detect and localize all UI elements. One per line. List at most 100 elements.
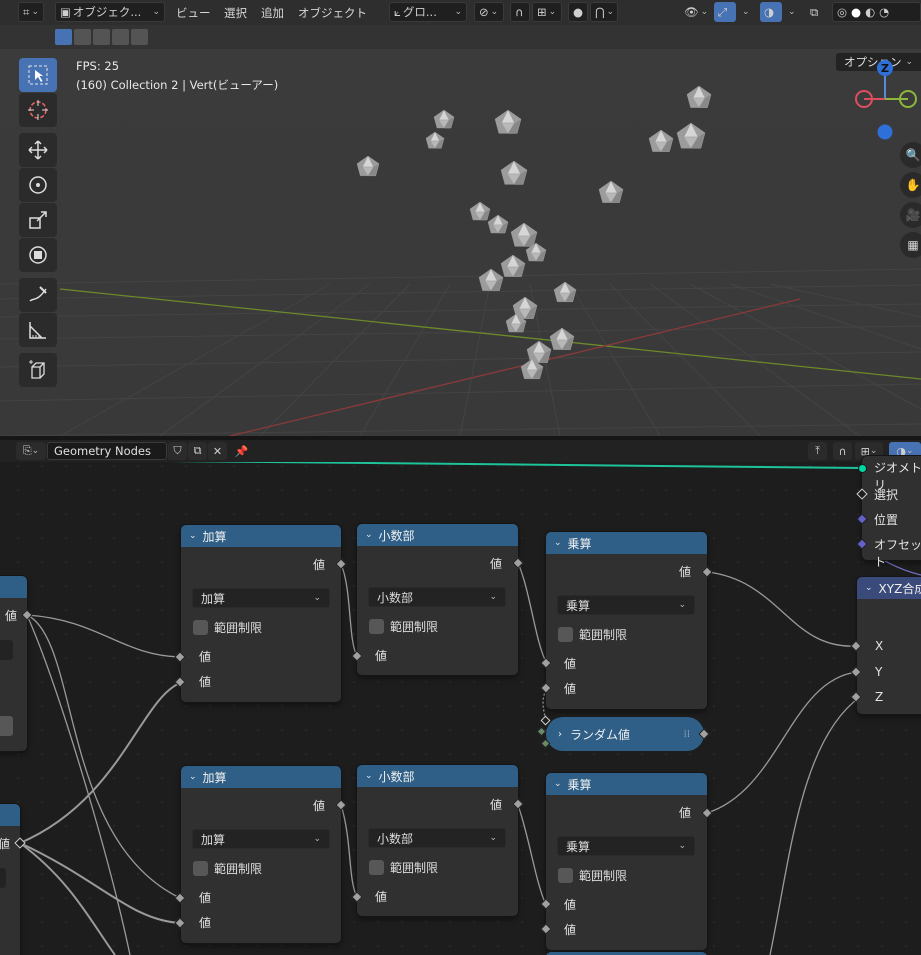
add-node-bottom[interactable]: ⌄ 加算 値 加算 ⌄ 範囲制限 値 値 (181, 766, 341, 943)
3d-viewport[interactable]: ⌗ ⌄ ▣ オブジェク... ⌄ ビュー 選択 追加 オブジェクト ⟀ グロ...… (0, 0, 921, 436)
wireframe-shading-icon[interactable]: ◎ (837, 5, 847, 19)
fraction-node-bottom[interactable]: ⌄ 小数部 値 小数部 ⌄ 範囲制限 値 (357, 765, 518, 916)
checkbox-box[interactable] (369, 860, 384, 875)
combine-xyz-header[interactable]: ⌄ XYZ合成 (857, 577, 921, 599)
measure-tool[interactable] (19, 313, 57, 347)
add-bottom-clamp-checkbox[interactable]: 範囲制限 (193, 860, 262, 877)
add-cube-tool[interactable] (19, 353, 57, 387)
overlays-dropdown[interactable]: ⌄ (784, 2, 800, 22)
viewport-scene[interactable] (0, 49, 921, 436)
cursor-tool[interactable] (19, 93, 57, 127)
select-extend-icon[interactable] (74, 29, 91, 45)
falloff-button[interactable]: ⋂ ⌄ (590, 2, 618, 22)
proportional-edit-toggle[interactable]: ● (568, 2, 588, 22)
select-intersect-icon[interactable] (131, 29, 148, 45)
annotate-tool[interactable] (19, 278, 57, 312)
menu-view[interactable]: ビュー (176, 5, 211, 21)
transform-tool[interactable] (19, 238, 57, 272)
snap-toggle[interactable]: ∩ (510, 2, 530, 22)
group-input-node[interactable]: ジオメトリ 選択 位置 オフセット (862, 456, 921, 569)
add-node-top-header[interactable]: ⌄ 加算 (181, 525, 341, 547)
multiply-top-operation-dropdown[interactable]: 乗算 ⌄ (557, 595, 695, 615)
fraction-bottom-operation-dropdown[interactable]: 小数部 ⌄ (368, 828, 506, 848)
camera-icon[interactable]: 🎥 (900, 202, 921, 228)
geometry-link (169, 460, 863, 469)
overlays-toggle[interactable]: ◑ (760, 2, 782, 22)
menu-select[interactable]: 選択 (224, 5, 247, 21)
xray-toggle[interactable]: ⧉ (806, 2, 822, 22)
fake-user-shield-icon[interactable]: ⛉ (168, 442, 187, 460)
perspective-grid-icon[interactable]: ▦ (900, 232, 921, 258)
multiply-node-bottom[interactable]: ⌄ 乗算 値 乗算 ⌄ 範囲制限 値 値 (546, 773, 707, 950)
pin-icon[interactable]: 📌 (232, 442, 251, 460)
left-partial-node-top[interactable]: 値 (0, 576, 27, 751)
checkbox-box[interactable] (193, 620, 208, 635)
add-top-operation-dropdown[interactable]: 加算 ⌄ (192, 588, 330, 608)
fraction-node-bottom-header[interactable]: ⌄ 小数部 (357, 765, 518, 787)
checkbox-box[interactable] (558, 868, 573, 883)
multiply-bottom-input1-label: 値 (564, 898, 577, 912)
fraction-top-operation-dropdown[interactable]: 小数部 ⌄ (368, 587, 506, 607)
gizmo-toggle[interactable]: ⤢ (714, 2, 736, 22)
fraction-node-top[interactable]: ⌄ 小数部 値 小数部 ⌄ 範囲制限 値 (357, 524, 518, 675)
duplicate-icon[interactable]: ⧉ (188, 442, 207, 460)
add-node-top[interactable]: ⌄ 加算 値 加算 ⌄ 範囲制限 値 値 (181, 525, 341, 702)
left-top-dropdown[interactable] (0, 640, 13, 660)
add-bottom-operation-dropdown[interactable]: 加算 ⌄ (192, 829, 330, 849)
select-subtract-icon[interactable] (93, 29, 110, 45)
select-box-tool[interactable] (19, 58, 57, 92)
fraction-top-clamp-checkbox[interactable]: 範囲制限 (369, 618, 438, 635)
snap-toggle-icon[interactable]: ∩ (833, 442, 852, 460)
editor-type-button[interactable]: ⌗ ⌄ (18, 2, 45, 22)
shading-buttons[interactable]: ◎ ● ◐ ◔ (832, 2, 921, 22)
fraction-node-top-header[interactable]: ⌄ 小数部 (357, 524, 518, 546)
select-invert-icon[interactable] (112, 29, 129, 45)
checkbox-box[interactable] (193, 861, 208, 876)
add-top-clamp-checkbox[interactable]: 範囲制限 (193, 619, 262, 636)
material-shading-icon[interactable]: ◐ (865, 5, 875, 19)
scale-tool[interactable] (19, 203, 57, 237)
hand-pan-icon[interactable]: ✋ (900, 172, 921, 198)
multiply-bottom-clamp-checkbox[interactable]: 範囲制限 (558, 867, 627, 884)
multiply-top-clamp-checkbox[interactable]: 範囲制限 (558, 626, 627, 643)
gizmo-dropdown[interactable]: ⌄ (738, 2, 754, 22)
checkbox-box[interactable] (558, 627, 573, 642)
geometry-node-editor[interactable]: ⎘ ⌄ Geometry Nodes ⛉ ⧉ ✕ 📌 ⤒ ∩ ⊞ ⌄ ◑ ⌄ ジオメト… (0, 440, 921, 955)
rendered-shading-icon[interactable]: ◔ (879, 5, 889, 19)
snap-target-button[interactable]: ⊞ ⌄ (532, 2, 562, 22)
select-new-icon[interactable] (55, 29, 72, 45)
visibility-button[interactable]: 👁 ⌄ (680, 2, 712, 22)
orientation-label: グロ... (402, 5, 437, 19)
menu-add[interactable]: 追加 (261, 5, 284, 21)
mode-dropdown[interactable]: ▣ オブジェク... ⌄ (55, 2, 165, 22)
zoom-icon[interactable]: 🔍 (900, 142, 921, 168)
add-node-bottom-header[interactable]: ⌄ 加算 (181, 766, 341, 788)
navigation-gizmo[interactable]: Z (850, 55, 921, 145)
close-icon[interactable]: ✕ (208, 442, 227, 460)
multiply-bottom-output-label: 値 (678, 806, 691, 820)
solid-shading-icon[interactable]: ● (851, 5, 861, 19)
multiply-bottom-operation-dropdown[interactable]: 乗算 ⌄ (557, 836, 695, 856)
fraction-bottom-clamp-checkbox[interactable]: 範囲制限 (369, 859, 438, 876)
transform-orientation-dropdown[interactable]: ⟀ グロ... ⌄ (389, 2, 467, 22)
checkbox-box[interactable] (369, 619, 384, 634)
multiply-top-output-label: 値 (678, 565, 691, 579)
random-value-node[interactable]: › ランダム値 ⁞⁞ (546, 717, 704, 751)
node-tree-name-field[interactable]: Geometry Nodes (47, 442, 167, 460)
rotate-tool[interactable] (19, 168, 57, 202)
cursor-icon (28, 100, 48, 120)
left-bottom-dropdown[interactable] (0, 868, 6, 888)
editor-type-button[interactable]: ⎘ ⌄ (16, 442, 46, 460)
menu-object[interactable]: オブジェクト (298, 5, 367, 21)
move-tool[interactable] (19, 133, 57, 167)
combine-xyz-node[interactable]: ⌄ XYZ合成 X Y Z (857, 577, 921, 714)
geometry-socket[interactable] (858, 464, 867, 473)
multiply-node-bottom-header[interactable]: ⌄ 乗算 (546, 773, 707, 795)
parent-node-tree-icon[interactable]: ⤒ (808, 442, 827, 460)
multiply-node-top[interactable]: ⌄ 乗算 値 乗算 ⌄ 範囲制限 値 値 (546, 532, 707, 709)
viewport-info-text: (160) Collection 2 | Vert(ビューアー) (76, 78, 279, 92)
multiply-node-top-header[interactable]: ⌄ 乗算 (546, 532, 707, 554)
left-partial-node-bottom[interactable]: 値 (0, 804, 20, 955)
left-top-field[interactable] (0, 716, 13, 736)
pivot-point-button[interactable]: ⊘ ⌄ (474, 2, 504, 22)
